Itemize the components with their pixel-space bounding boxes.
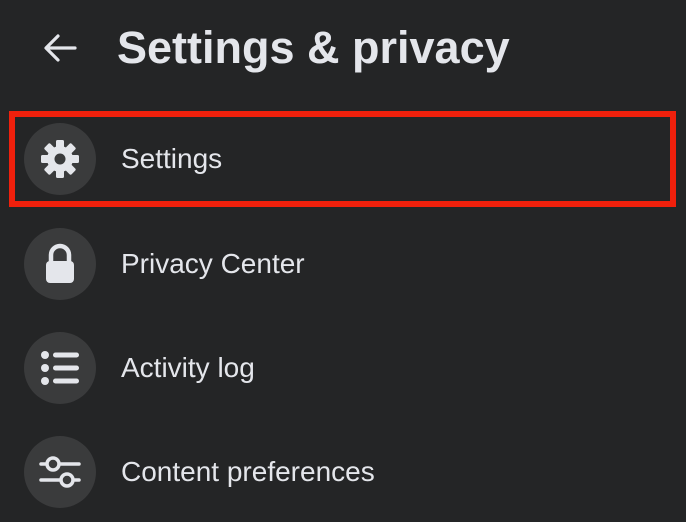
- gear-icon: [41, 140, 79, 178]
- menu-item-icon-circle: [24, 123, 96, 195]
- page-title: Settings & privacy: [117, 22, 510, 73]
- menu-item-icon-circle: [24, 436, 96, 508]
- menu-item-label: Content preferences: [121, 456, 375, 487]
- menu-item-label: Settings: [121, 143, 223, 174]
- sliders-icon: [39, 456, 81, 488]
- list-icon: [41, 351, 79, 385]
- menu-item-privacy-center[interactable]: Privacy Center: [12, 216, 682, 312]
- menu-item-content-preferences[interactable]: Content preferences: [12, 424, 682, 520]
- menu-item-settings[interactable]: Settings: [12, 111, 682, 207]
- arrow-left-icon: [44, 34, 77, 62]
- lock-icon: [46, 243, 74, 283]
- back-button[interactable]: [36, 24, 84, 72]
- menu-item-icon-circle: [24, 228, 96, 300]
- menu-item-label: Privacy Center: [121, 248, 305, 279]
- menu-item-icon-circle: [24, 332, 96, 404]
- menu-item-activity-log[interactable]: Activity log: [12, 320, 682, 416]
- header: Settings & privacy: [0, 0, 686, 100]
- menu-item-label: Activity log: [121, 352, 255, 383]
